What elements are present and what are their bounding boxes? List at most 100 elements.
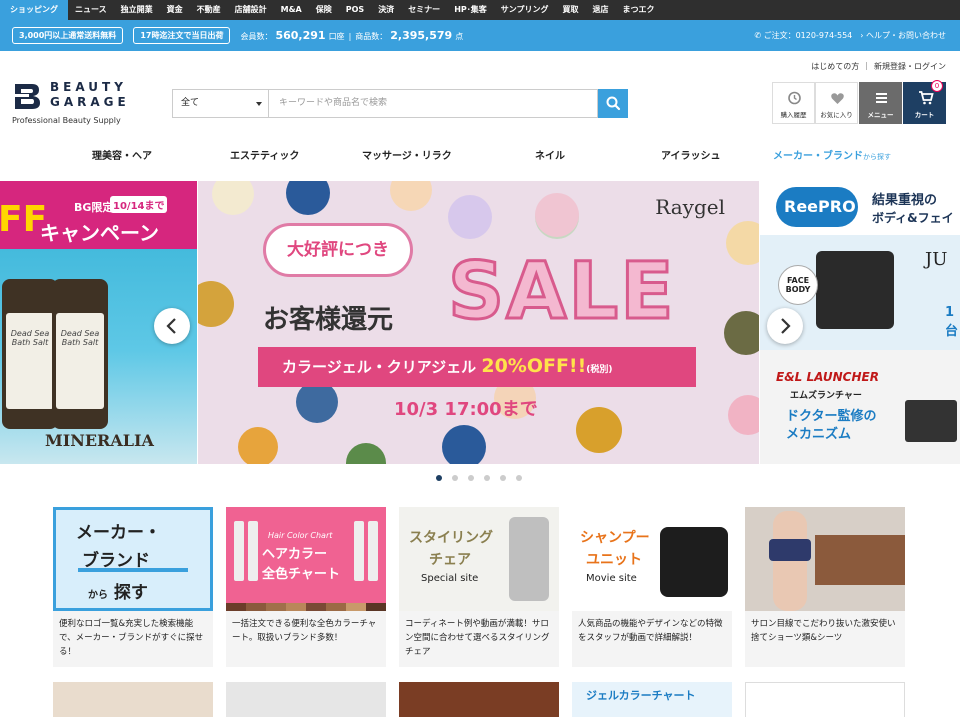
search-input[interactable]: キーワードや商品名で検索	[268, 89, 598, 118]
logo-word-beauty: BEAUTY	[50, 80, 127, 94]
card-image-line: ヘアカラー	[262, 547, 328, 562]
product-jar: Dead Sea Bath Salt	[2, 279, 58, 429]
topnav-seminar[interactable]: セミナー	[401, 0, 447, 20]
banner-date: 10/14まで	[110, 196, 168, 213]
card-image: メーカー・ ブランド から 探す	[53, 507, 213, 611]
chevron-right-icon: ›	[860, 31, 864, 40]
topnav-payment[interactable]: 決済	[371, 0, 401, 20]
cart-button[interactable]: カート 0	[903, 80, 946, 124]
header-icons: 購入履歴 お気に入り メニュー カート 0	[772, 80, 946, 124]
hamburger-icon	[876, 93, 887, 103]
first-time-link[interactable]: はじめての方	[811, 61, 859, 72]
category-hair[interactable]: 理美容・ヘア	[92, 147, 152, 162]
brand-search-link[interactable]: メーカー・ブランドから探す	[773, 147, 891, 162]
gel-dot	[390, 181, 432, 211]
cart-label: カート	[914, 111, 935, 119]
products-label: 商品数：	[355, 32, 388, 41]
carousel-dot[interactable]	[484, 475, 490, 481]
topnav-pos[interactable]: POS	[339, 0, 371, 20]
card-image-text: ヘアカラー全色チャート	[262, 545, 340, 585]
carousel-prev-button[interactable]	[154, 308, 190, 344]
carousel-dot[interactable]	[468, 475, 474, 481]
category-esthetic[interactable]: エステティック	[230, 147, 299, 162]
category-nav: 理美容・ヘア エステティック マッサージ・リラク ネイル アイラッシュ メーカー…	[60, 147, 920, 173]
stats-divider: |	[348, 32, 352, 41]
carousel-next-button[interactable]	[767, 308, 803, 344]
site-logo[interactable]: BEAUTY GARAGE Professional Beauty Supply	[12, 79, 137, 129]
same-day-badge: 17時迄注文で当日出荷	[133, 27, 231, 44]
card-image: スタイリング チェア Special site	[399, 507, 559, 611]
phone-link[interactable]: ✆ ご注文：0120-974-554	[754, 30, 852, 41]
face-body-badge: FACE BODY	[778, 265, 818, 305]
jar-label: Dead Sea Bath Salt	[6, 313, 54, 409]
card-styling-chair[interactable]: スタイリング チェア Special site コーディネート例や動画が満載！サロ…	[399, 507, 559, 667]
topnav-eyelash[interactable]: まつエク	[616, 0, 662, 20]
history-button[interactable]: 購入履歴	[772, 82, 815, 124]
card-placeholder[interactable]	[745, 682, 905, 717]
topnav-store-design[interactable]: 店舗設計	[228, 0, 274, 20]
search-category-select[interactable]: 全て	[172, 89, 268, 118]
topnav-real-estate[interactable]: 不動産	[190, 0, 228, 20]
topnav-ma[interactable]: M&A	[274, 0, 309, 20]
card-image-text-small: から	[88, 590, 108, 601]
topnav-buyback[interactable]: 買取	[556, 0, 586, 20]
favorites-button[interactable]: お気に入り	[815, 82, 858, 124]
gel-dot	[198, 281, 234, 327]
card-underline	[78, 568, 188, 572]
card-brand-search[interactable]: メーカー・ ブランド から 探す 便利なロゴ一覧&充実した検索機能で、メーカー・…	[53, 507, 213, 667]
gel-dot	[576, 407, 622, 453]
caret-down-icon	[256, 102, 262, 106]
search-button[interactable]	[598, 89, 628, 118]
topnav-closing[interactable]: 退店	[586, 0, 616, 20]
category-eyelash[interactable]: アイラッシュ	[661, 147, 721, 162]
gel-dot	[286, 181, 330, 215]
card-image-text: スタイリング チェア	[409, 527, 493, 571]
card-description: コーディネート例や動画が満載！サロン空間に合わせて選べるスタイリングチェア	[405, 619, 550, 657]
reepro-title: 結果重視の	[872, 193, 938, 208]
launcher-device-image	[905, 400, 957, 442]
card-image-text: シャンプー ユニット	[580, 527, 650, 571]
register-login-link[interactable]: 新規登録・ログイン	[874, 61, 946, 72]
carousel-dot[interactable]	[500, 475, 506, 481]
feature-cards: メーカー・ ブランド から 探す 便利なロゴ一覧&充実した検索機能で、メーカー・…	[53, 507, 918, 667]
carousel-dot[interactable]	[516, 475, 522, 481]
carousel-dot[interactable]	[452, 475, 458, 481]
carousel-dot[interactable]	[436, 475, 442, 481]
gel-dot	[726, 221, 759, 265]
category-massage[interactable]: マッサージ・リラク	[362, 147, 452, 162]
topnav-funds[interactable]: 資金	[160, 0, 190, 20]
card-hair-color-chart[interactable]: Hair Color Chart ヘアカラー 全色チャート 一括注文できる便利な全…	[226, 507, 386, 667]
help-link[interactable]: › ヘルプ・お問い合わせ	[860, 30, 946, 41]
banner-raygel-sale[interactable]: Raygel 大好評につき お客様還元 SALE カラージェル・クリアジェル 2…	[198, 181, 759, 464]
card-salon-oem[interactable]	[226, 682, 386, 717]
card-gel-color-chart[interactable]: ジェルカラーチャート	[572, 682, 732, 717]
category-nail[interactable]: ネイル	[535, 147, 565, 162]
card-image-text: から 探す	[88, 578, 148, 603]
color-swatch	[306, 603, 326, 611]
card-furniture[interactable]	[399, 682, 559, 717]
color-swatch	[326, 603, 346, 611]
jar-label-text: Dead Sea Bath Salt	[10, 329, 50, 347]
card-image-line: 全色チャート	[262, 567, 340, 582]
launcher-logo: E&L LAUNCHER	[776, 370, 879, 384]
card-image-line: ユニット	[586, 552, 642, 568]
topnav-insurance[interactable]: 保険	[309, 0, 339, 20]
products-unit: 点	[455, 32, 464, 41]
help-text: ヘルプ・お問い合わせ	[866, 31, 946, 40]
topnav-news[interactable]: ニュース	[68, 0, 114, 20]
tube-image	[354, 521, 364, 581]
launcher-copy-line2: メカニズム	[786, 427, 852, 442]
color-swatch	[346, 603, 366, 611]
topnav-hp[interactable]: HP･集客	[447, 0, 494, 20]
topnav-independence[interactable]: 独立開業	[114, 0, 160, 20]
topnav-shopping[interactable]: ショッピング	[0, 0, 68, 20]
search-category-value: 全て	[181, 98, 200, 108]
card-description: 人気商品の機能やデザインなどの特徴をスタッフが動画で詳細解説！	[578, 619, 723, 643]
topnav-sampling[interactable]: サンプリング	[494, 0, 556, 20]
card-towels[interactable]	[53, 682, 213, 717]
info-right: ✆ ご注文：0120-974-554 › ヘルプ・お問い合わせ	[746, 20, 946, 51]
menu-button[interactable]: メニュー	[859, 82, 902, 124]
color-swatch	[366, 603, 386, 611]
card-shampoo-unit[interactable]: シャンプー ユニット Movie site 人気商品の機能やデザインなどの特徴をス…	[572, 507, 732, 667]
card-disposable-shorts[interactable]: サロン目線でこだわり抜いた激安使い捨てショーツ類&シーツ	[745, 507, 905, 667]
